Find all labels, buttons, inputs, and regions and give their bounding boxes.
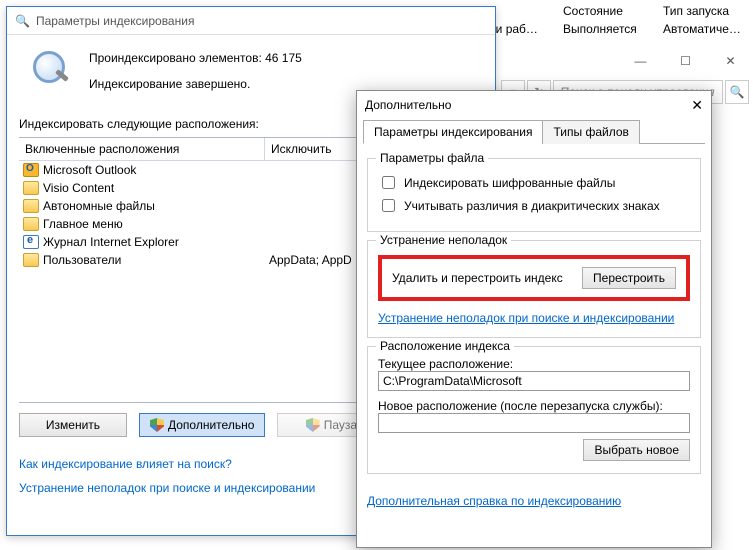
bg-minimize-button[interactable]: — (618, 50, 663, 72)
advanced-dialog: Дополнительно ✕ Параметры индексирования… (356, 90, 712, 548)
adv-title: Дополнительно (365, 98, 451, 112)
new-location-label: Новое расположение (после перезапуска сл… (378, 399, 690, 413)
chk-diacritics-box[interactable] (382, 199, 395, 212)
folder-icon (23, 199, 39, 213)
file-settings-group: Параметры файла Индексировать шифрованны… (367, 158, 701, 232)
bg-col-startup: Тип запуска (663, 4, 743, 22)
advanced-button[interactable]: Дополнительно (139, 413, 265, 437)
col-included[interactable]: Включенные расположения (19, 138, 265, 160)
magnifier-icon (29, 49, 77, 89)
outlook-icon (23, 163, 39, 177)
folder-icon (23, 253, 39, 267)
troubleshoot-group: Устранение неполадок Удалить и перестрои… (367, 240, 701, 338)
indexing-status: Индексирование завершено. (89, 77, 302, 91)
search-button[interactable]: 🔍 (725, 80, 749, 104)
rebuild-highlight: Удалить и перестроить индекс Перестроить (378, 255, 690, 301)
bg-close-button[interactable]: ✕ (708, 50, 753, 72)
close-button[interactable]: ✕ (691, 97, 703, 114)
bg-maximize-button[interactable]: ☐ (663, 50, 708, 72)
folder-icon (23, 181, 39, 195)
bg-col-state: Состояние (563, 4, 643, 22)
link-indexing-help[interactable]: Дополнительная справка по индексированию (367, 494, 621, 508)
group-title-trouble: Устранение неполадок (376, 233, 511, 247)
link-adv-troubleshoot[interactable]: Устранение неполадок при поиске и индекс… (378, 311, 674, 325)
rebuild-button[interactable]: Перестроить (582, 267, 676, 289)
bg-val-running: Выполняется (563, 22, 643, 36)
window-icon: 🔍 (15, 14, 30, 28)
chk-index-encrypted-box[interactable] (382, 176, 395, 189)
titlebar[interactable]: 🔍 Параметры индексирования (7, 7, 495, 35)
shield-icon (150, 418, 164, 432)
rebuild-label: Удалить и перестроить индекс (392, 271, 563, 285)
group-title-file: Параметры файла (376, 151, 488, 165)
chk-index-encrypted[interactable]: Индексировать шифрованные файлы (378, 173, 690, 192)
index-location-group: Расположение индекса Текущее расположени… (367, 346, 701, 474)
shield-icon (306, 418, 320, 432)
group-title-location: Расположение индекса (376, 339, 514, 353)
current-location-label: Текущее расположение: (378, 357, 690, 371)
current-location-path[interactable] (378, 371, 690, 391)
window-title: Параметры индексирования (36, 14, 194, 28)
ie-icon (23, 235, 39, 249)
indexed-count: Проиндексировано элементов: 46 175 (89, 51, 302, 65)
choose-new-button[interactable]: Выбрать новое (583, 439, 690, 461)
bg-val-auto: Автоматиче… (663, 22, 743, 36)
tab-index-settings[interactable]: Параметры индексирования (363, 120, 543, 144)
new-location-input[interactable] (378, 413, 690, 433)
change-button[interactable]: Изменить (19, 413, 127, 437)
tab-file-types[interactable]: Типы файлов (542, 120, 639, 144)
folder-icon (23, 217, 39, 231)
chk-diacritics[interactable]: Учитывать различия в диакритических знак… (378, 196, 690, 215)
